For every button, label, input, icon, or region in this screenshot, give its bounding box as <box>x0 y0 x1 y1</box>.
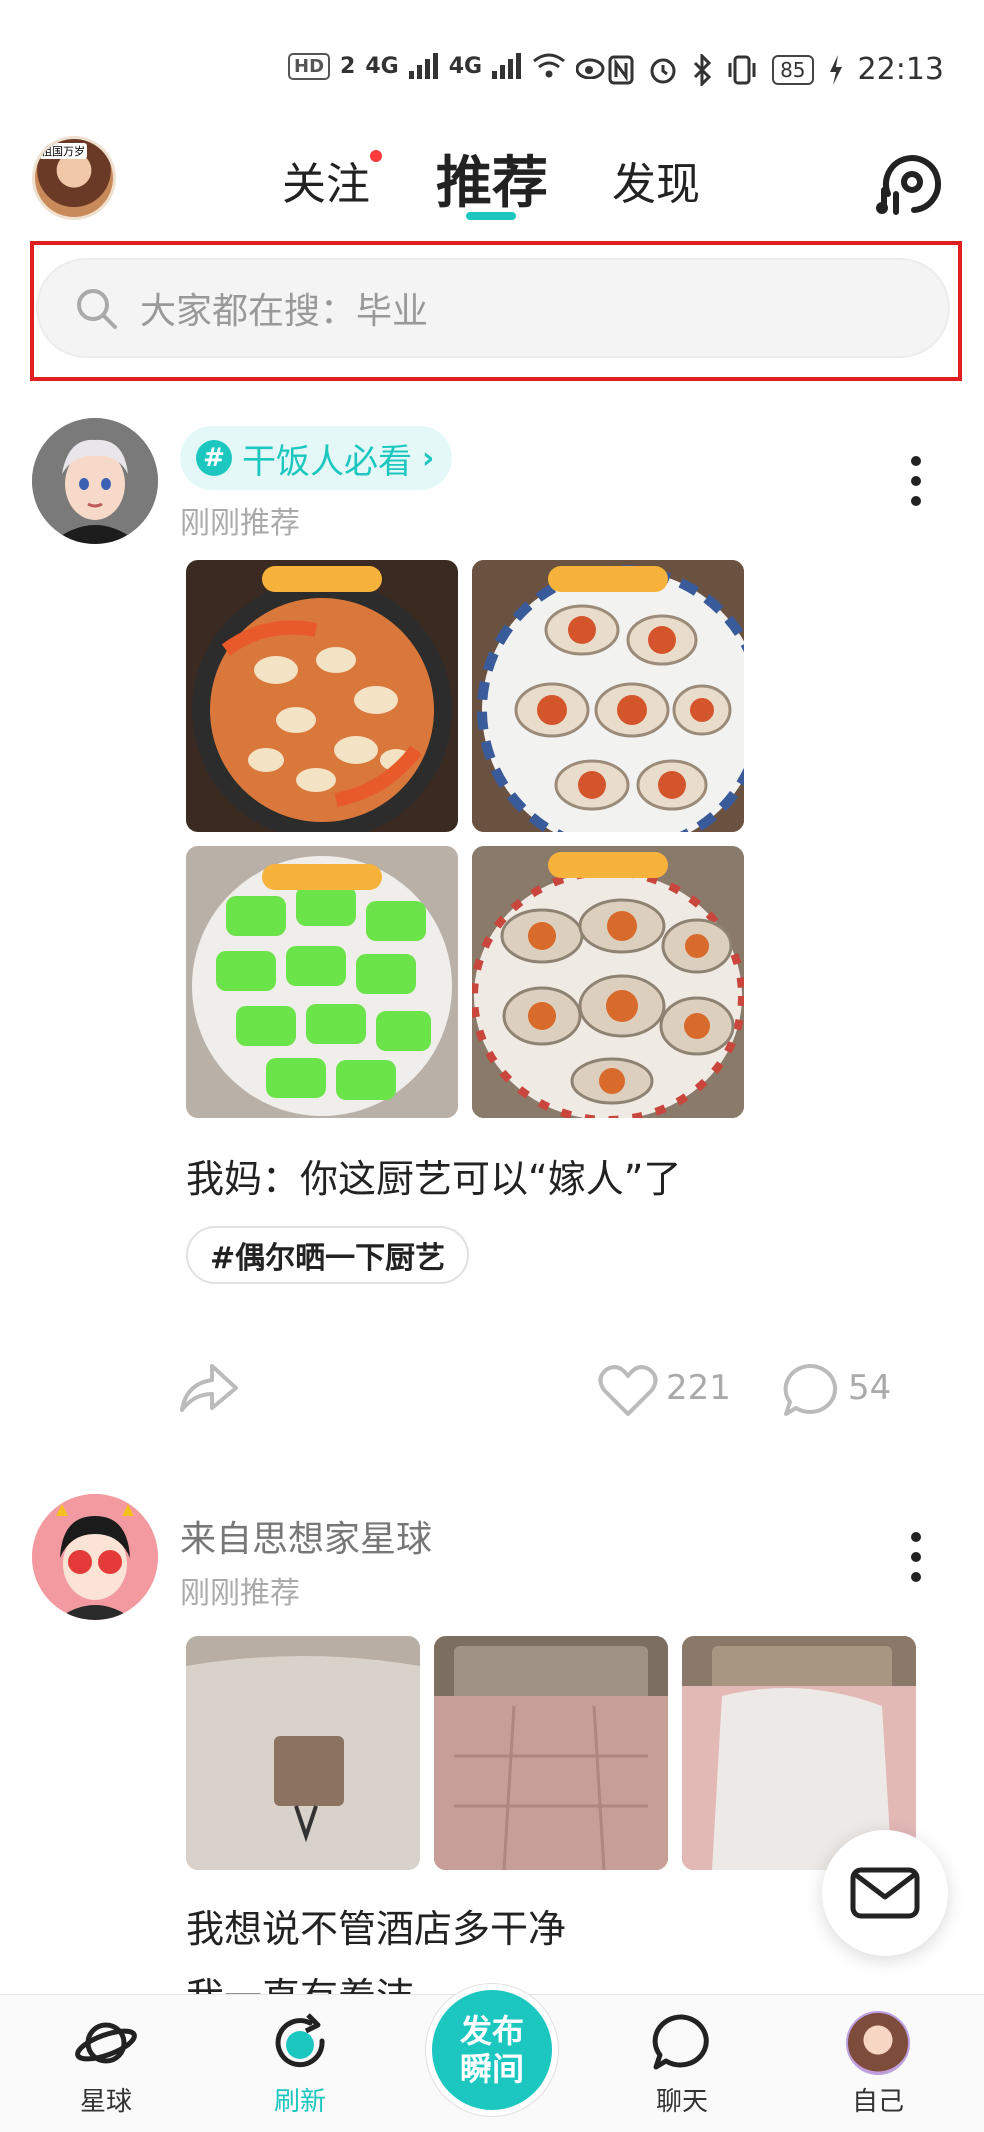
chat-icon <box>652 2014 709 2070</box>
post-author-avatar-2[interactable] <box>32 1494 158 1620</box>
hashtag-pill[interactable]: #偶尔晒一下厨艺 <box>186 1226 470 1284</box>
more-options-icon[interactable] <box>906 456 926 506</box>
wifi-icon <box>533 53 566 78</box>
refresh-icon <box>275 2013 325 2068</box>
nav-me[interactable]: 自己 <box>818 2011 938 2118</box>
status-left: HD 2 4G 4G <box>288 52 608 80</box>
nav-me-label: 自己 <box>851 2087 904 2117</box>
profile-avatar[interactable]: 祖国万岁 <box>32 136 116 220</box>
post-time-2: 刚刚推荐 <box>180 1576 300 1611</box>
food-photo-icon <box>186 846 458 1118</box>
topic-pill[interactable]: # 干饭人必看 › <box>180 426 453 490</box>
post2-caption-line1: 我想说不管酒店多干净 <box>186 1907 567 1951</box>
post2-caption-line2: 我一直有着洁 <box>186 1966 414 1994</box>
search-placeholder: 大家都在搜：毕业 <box>140 291 429 332</box>
comment-icon[interactable] <box>782 1362 840 1418</box>
envelope-icon <box>850 1867 920 1919</box>
top-nav: 祖国万岁 关注 推荐 发现 <box>0 120 984 238</box>
charging-icon <box>829 54 842 85</box>
alarm-icon <box>650 58 676 83</box>
signal-4g-label-2: 4G <box>448 53 483 79</box>
food-photo-icon <box>472 560 744 832</box>
publish-line-2: 瞬间 <box>459 2050 524 2088</box>
bed-photo-icon <box>186 1636 420 1870</box>
signal-icon <box>408 53 438 79</box>
nav-refresh[interactable]: 刷新 <box>240 2011 360 2118</box>
share-icon[interactable] <box>176 1358 240 1416</box>
tab-discover[interactable]: 发现 <box>612 148 700 212</box>
bed-photo-icon <box>434 1636 668 1870</box>
search-input[interactable]: 大家都在搜：毕业 <box>36 258 950 358</box>
status-bar: HD 2 4G 4G 85 22:13 <box>0 0 984 118</box>
post-author-avatar[interactable] <box>32 418 158 544</box>
post-source[interactable]: 来自思想家星球 <box>180 1510 432 1562</box>
battery-indicator: 85 <box>772 54 814 85</box>
me-avatar <box>846 2011 910 2075</box>
post2-image-1[interactable] <box>186 1636 420 1870</box>
publish-moment-button[interactable]: 发布 瞬间 <box>426 1984 558 2116</box>
signal-4g-label: 4G <box>365 53 399 79</box>
planet-icon <box>75 2022 137 2064</box>
post2-image-2[interactable] <box>434 1636 668 1870</box>
nav-planet[interactable]: 星球 <box>46 2011 166 2118</box>
music-icon[interactable] <box>874 150 946 216</box>
hash-icon: # <box>196 440 232 476</box>
message-button[interactable] <box>822 1830 948 1956</box>
nfc-icon <box>608 55 634 84</box>
avatar-badge: 祖国万岁 <box>39 143 87 159</box>
comment-count: 54 <box>848 1368 892 1408</box>
post-image-2[interactable] <box>472 560 744 832</box>
hd-icon: HD <box>288 52 331 80</box>
clock: 22:13 <box>857 52 944 87</box>
sim-label: 2 <box>340 53 356 79</box>
nav-planet-label: 星球 <box>79 2087 132 2117</box>
search-icon <box>77 289 117 329</box>
food-photo-icon <box>192 566 452 832</box>
more-options-icon-2[interactable] <box>906 1532 926 1582</box>
nav-refresh-label: 刷新 <box>273 2087 326 2117</box>
vibrate-icon <box>728 55 756 84</box>
nav-chat[interactable]: 聊天 <box>622 2011 742 2118</box>
post-image-4[interactable] <box>472 846 744 1118</box>
post-time: 刚刚推荐 <box>180 506 300 541</box>
post-caption: 我妈：你这厨艺可以“嫁人”了 <box>186 1157 682 1201</box>
like-count: 221 <box>666 1368 731 1408</box>
cartoon-avatar-icon <box>32 418 158 544</box>
cartoon-avatar-icon <box>32 1494 158 1620</box>
tab-follow[interactable]: 关注 <box>282 148 370 212</box>
heart-icon[interactable] <box>598 1362 658 1418</box>
publish-line-1: 发布 <box>459 2012 524 2050</box>
post-image-1[interactable] <box>186 560 458 832</box>
bluetooth-icon <box>694 53 712 86</box>
weibo-icon <box>576 58 605 79</box>
topic-label: 干饭人必看 <box>242 441 412 482</box>
status-right: 85 22:13 <box>608 52 944 87</box>
chevron-right-icon: › <box>422 440 435 476</box>
unread-dot <box>370 150 382 162</box>
food-photo-icon <box>472 846 744 1118</box>
tab-recommend[interactable]: 推荐 <box>436 138 548 219</box>
active-tab-indicator <box>466 212 516 220</box>
post-image-3[interactable] <box>186 846 458 1118</box>
nav-chat-label: 聊天 <box>655 2087 708 2117</box>
signal-icon-2 <box>492 53 522 79</box>
